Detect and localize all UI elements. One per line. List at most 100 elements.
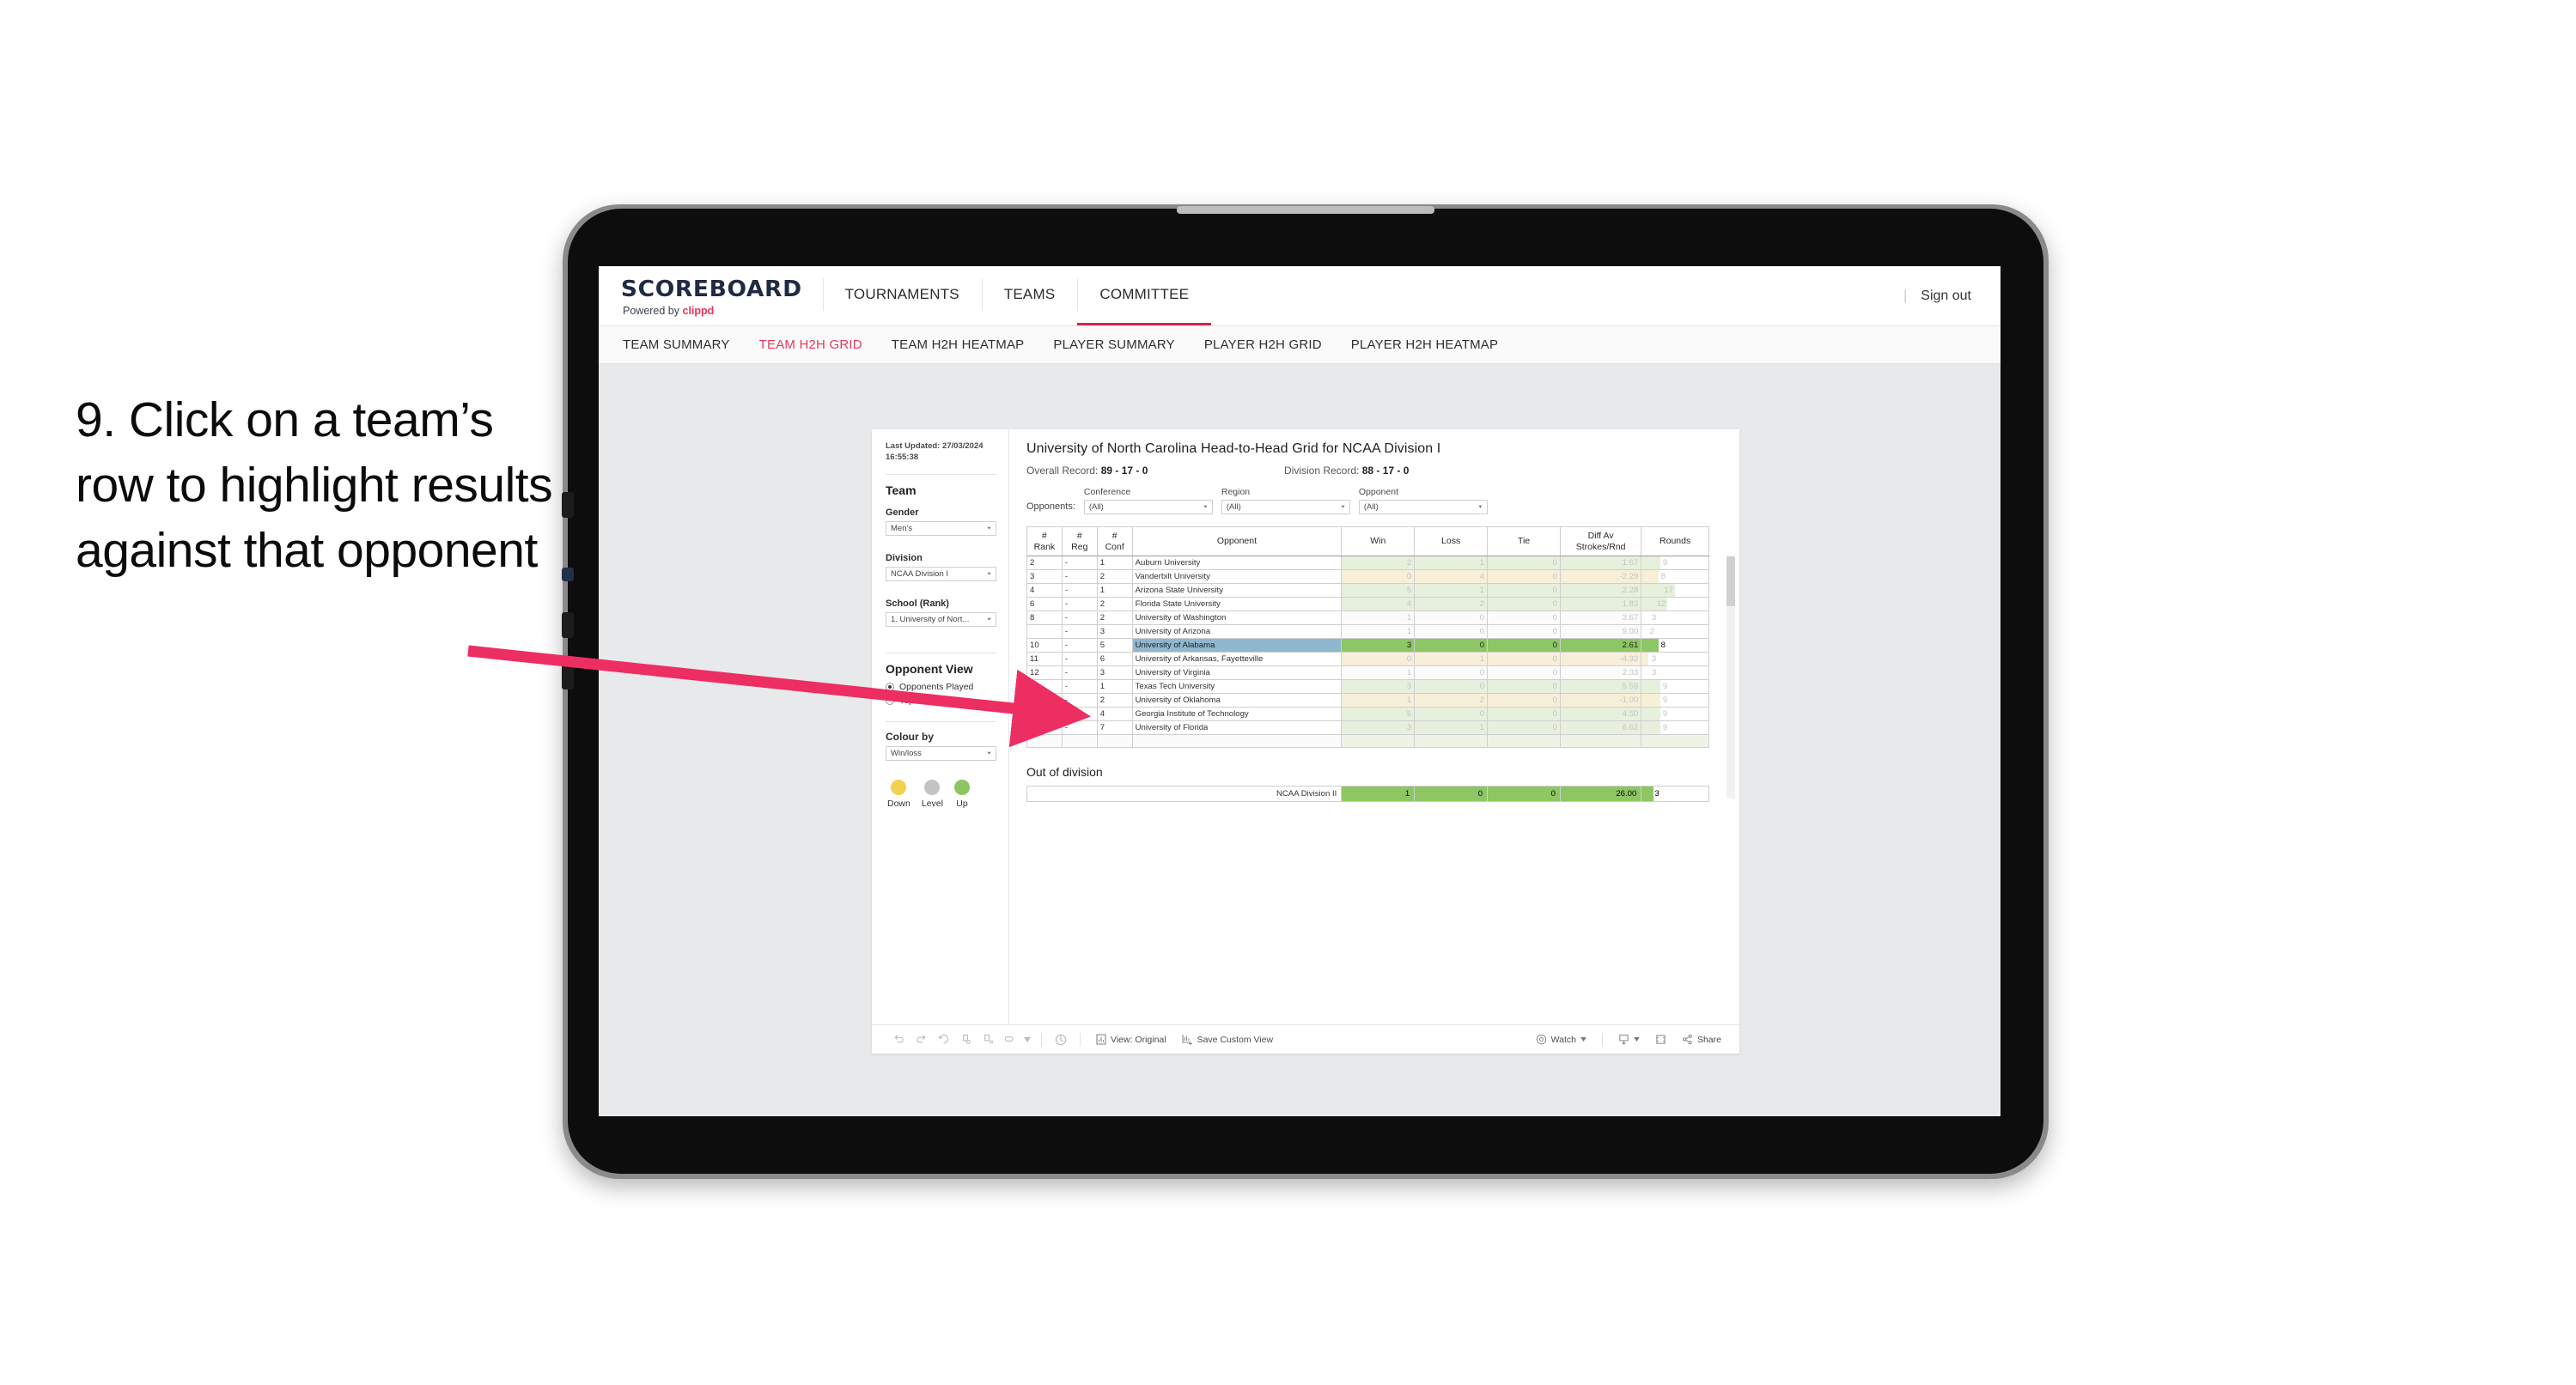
refresh-data-icon[interactable] bbox=[954, 1029, 977, 1051]
table-row[interactable]: 10-5 University of Alabama 3 0 0 2.61 8 bbox=[1026, 638, 1709, 653]
chevron-down-icon bbox=[1634, 1037, 1640, 1042]
cell-rounds: 17 bbox=[1641, 583, 1709, 598]
table-row[interactable]: 14-2 University of Oklahoma 1 2 0 -1.00 9 bbox=[1026, 693, 1709, 708]
col-rank-hash: # bbox=[1042, 531, 1047, 542]
toolbar-divider bbox=[1041, 1032, 1042, 1047]
tablet-side-button-2 bbox=[562, 612, 574, 638]
h2h-grid-wrapper: # Rank # Reg # Conf Opponent Win Loss Tie bbox=[1026, 526, 1735, 799]
brand-logo[interactable]: SCOREBOARD Powered by clippd bbox=[599, 266, 823, 325]
cell-opponent: University of Arkansas, Fayetteville bbox=[1131, 652, 1343, 666]
division-select[interactable]: NCAA Division I ▼ bbox=[886, 566, 996, 581]
nav-tab-committee[interactable]: COMMITTEE bbox=[1077, 266, 1212, 325]
pause-auto-update-icon[interactable] bbox=[1050, 1029, 1072, 1051]
legend-dot-up-icon bbox=[953, 779, 970, 795]
revert-icon[interactable] bbox=[932, 1029, 954, 1051]
viz-title: University of North Carolina Head-to-Hea… bbox=[1026, 441, 1441, 456]
colour-by-select[interactable]: Win/loss ▼ bbox=[886, 745, 996, 761]
subnav-item-team-summary[interactable]: TEAM SUMMARY bbox=[623, 337, 730, 352]
last-updated-text: Last Updated: 27/03/2024 16:55:38 bbox=[886, 441, 984, 462]
col-tie[interactable]: Tie bbox=[1487, 526, 1561, 556]
chevron-down-icon bbox=[1580, 1037, 1586, 1042]
col-opponent[interactable]: Opponent bbox=[1131, 526, 1343, 556]
table-row[interactable]: NCAA Division II 1 0 0 26.00 3 bbox=[1026, 786, 1709, 802]
view-original-button[interactable]: View: Original bbox=[1088, 1034, 1174, 1045]
table-row[interactable]: 13-1 Texas Tech University 3 0 0 5.56 9 bbox=[1026, 679, 1709, 694]
cell-opponent: Texas Tech University bbox=[1131, 679, 1343, 694]
scrollbar-thumb[interactable] bbox=[1726, 556, 1735, 606]
table-row[interactable]: 16-7 University of Florida 3 1 0 6.62 9 bbox=[1026, 720, 1709, 735]
radio-top-100[interactable]: Top 100 bbox=[886, 696, 996, 706]
clippd-name: clippd bbox=[682, 305, 715, 317]
gender-select[interactable]: Men’s ▼ bbox=[886, 520, 996, 536]
signout-area: | Sign out bbox=[1903, 266, 2001, 325]
cell-rounds: 8 bbox=[1641, 569, 1709, 584]
table-row[interactable]: 3-2 Vanderbilt University 0 4 0 -2.29 8 bbox=[1026, 569, 1709, 584]
col-diff-line1: Diff Av bbox=[1587, 531, 1614, 542]
chevron-down-icon[interactable] bbox=[1021, 1029, 1033, 1051]
col-rounds[interactable]: Rounds bbox=[1641, 526, 1709, 556]
cell-rank: 11 bbox=[1026, 652, 1063, 666]
cell-rounds: 9 bbox=[1641, 720, 1709, 735]
chevron-down-icon: ▼ bbox=[986, 750, 992, 756]
filler-cell bbox=[1096, 734, 1133, 748]
nav-tab-teams[interactable]: TEAMS bbox=[981, 266, 1078, 325]
save-custom-view-button[interactable]: Save Custom View bbox=[1174, 1034, 1282, 1045]
signout-link[interactable]: Sign out bbox=[1921, 289, 1971, 304]
cell-conf: 2 bbox=[1096, 569, 1133, 584]
filter-conference-select[interactable]: (All) ▼ bbox=[1083, 500, 1213, 514]
cell-conf: 4 bbox=[1096, 707, 1133, 721]
subnav-item-player-summary[interactable]: PLAYER SUMMARY bbox=[1053, 337, 1174, 352]
cell-rank: 4 bbox=[1026, 583, 1063, 598]
nav-tab-tournaments[interactable]: TOURNAMENTS bbox=[822, 266, 982, 325]
cell-rounds: 3 bbox=[1641, 652, 1709, 666]
colour-by-label: Colour by bbox=[886, 730, 934, 743]
col-rank[interactable]: # Rank bbox=[1026, 526, 1063, 556]
radio-opponents-played[interactable]: Opponents Played bbox=[886, 682, 996, 692]
share-button[interactable]: Share bbox=[1674, 1034, 1729, 1045]
school-rank-select[interactable]: 1. University of Nort... ▼ bbox=[886, 611, 996, 627]
filter-region-select[interactable]: (All) ▼ bbox=[1221, 500, 1350, 514]
cell-opponent: University of Alabama bbox=[1131, 638, 1343, 653]
brand-title: SCOREBOARD bbox=[620, 276, 802, 302]
table-row[interactable]: 15-4 Georgia Institute of Technology 5 0 0 4.… bbox=[1026, 707, 1709, 721]
rounds-bar bbox=[1642, 667, 1648, 679]
table-row[interactable]: 4-1 Arizona State University 5 1 0 2.28 17 bbox=[1026, 583, 1709, 598]
fullscreen-button[interactable] bbox=[1647, 1034, 1674, 1045]
ood-win: 1 bbox=[1341, 786, 1416, 802]
table-row[interactable]: 6-2 Florida State University 4 2 0 1.83 12 bbox=[1026, 597, 1709, 611]
highlight-icon[interactable] bbox=[999, 1029, 1021, 1051]
table-row[interactable]: 12-3 University of Virginia 1 0 0 2.33 3 bbox=[1026, 665, 1709, 680]
table-row[interactable]: 2-1 Auburn University 2 1 0 1.67 9 bbox=[1026, 556, 1709, 570]
cell-reg: - bbox=[1061, 624, 1098, 639]
filler-cell bbox=[1641, 734, 1709, 748]
col-diff-av-strokes[interactable]: Diff Av Strokes/Rnd bbox=[1559, 526, 1642, 556]
watch-button[interactable]: Watch bbox=[1528, 1034, 1594, 1045]
gender-value: Men’s bbox=[891, 523, 913, 533]
download-button[interactable] bbox=[1611, 1034, 1647, 1045]
table-vertical-scrollbar[interactable] bbox=[1726, 556, 1735, 799]
table-row[interactable]: -3 University of Arizona 1 0 0 9.00 2 bbox=[1026, 624, 1709, 639]
cell-rank: 3 bbox=[1026, 569, 1063, 584]
col-loss[interactable]: Loss bbox=[1414, 526, 1489, 556]
cell-rounds: 9 bbox=[1641, 707, 1709, 721]
filter-opponent: Opponent (All) ▼ bbox=[1358, 487, 1488, 514]
cell-win: 3 bbox=[1341, 679, 1416, 694]
redo-icon[interactable] bbox=[910, 1029, 932, 1051]
col-win[interactable]: Win bbox=[1341, 526, 1416, 556]
table-row[interactable]: 8-2 University of Washington 1 0 0 3.67 3 bbox=[1026, 610, 1709, 625]
cell-conf: 3 bbox=[1096, 624, 1133, 639]
chevron-down-icon: ▼ bbox=[986, 525, 992, 531]
subnav-item-player-h2h-grid[interactable]: PLAYER H2H GRID bbox=[1204, 337, 1322, 352]
subnav-item-team-h2h-grid[interactable]: TEAM H2H GRID bbox=[759, 337, 862, 352]
tablet-top-button bbox=[1177, 206, 1434, 214]
undo-icon[interactable] bbox=[887, 1029, 910, 1051]
table-row[interactable]: 11-6 University of Arkansas, Fayetteville… bbox=[1026, 652, 1709, 666]
filter-opponent-select[interactable]: (All) ▼ bbox=[1358, 500, 1488, 514]
radio-on-icon bbox=[886, 682, 894, 691]
col-conf[interactable]: # Conf bbox=[1096, 526, 1133, 556]
subnav-item-team-h2h-heatmap[interactable]: TEAM H2H HEATMAP bbox=[892, 337, 1025, 352]
col-reg[interactable]: # Reg bbox=[1061, 526, 1098, 556]
pause-updates-icon[interactable] bbox=[977, 1029, 999, 1051]
subnav-item-player-h2h-heatmap[interactable]: PLAYER H2H HEATMAP bbox=[1351, 337, 1498, 352]
cell-conf: 2 bbox=[1096, 597, 1133, 611]
